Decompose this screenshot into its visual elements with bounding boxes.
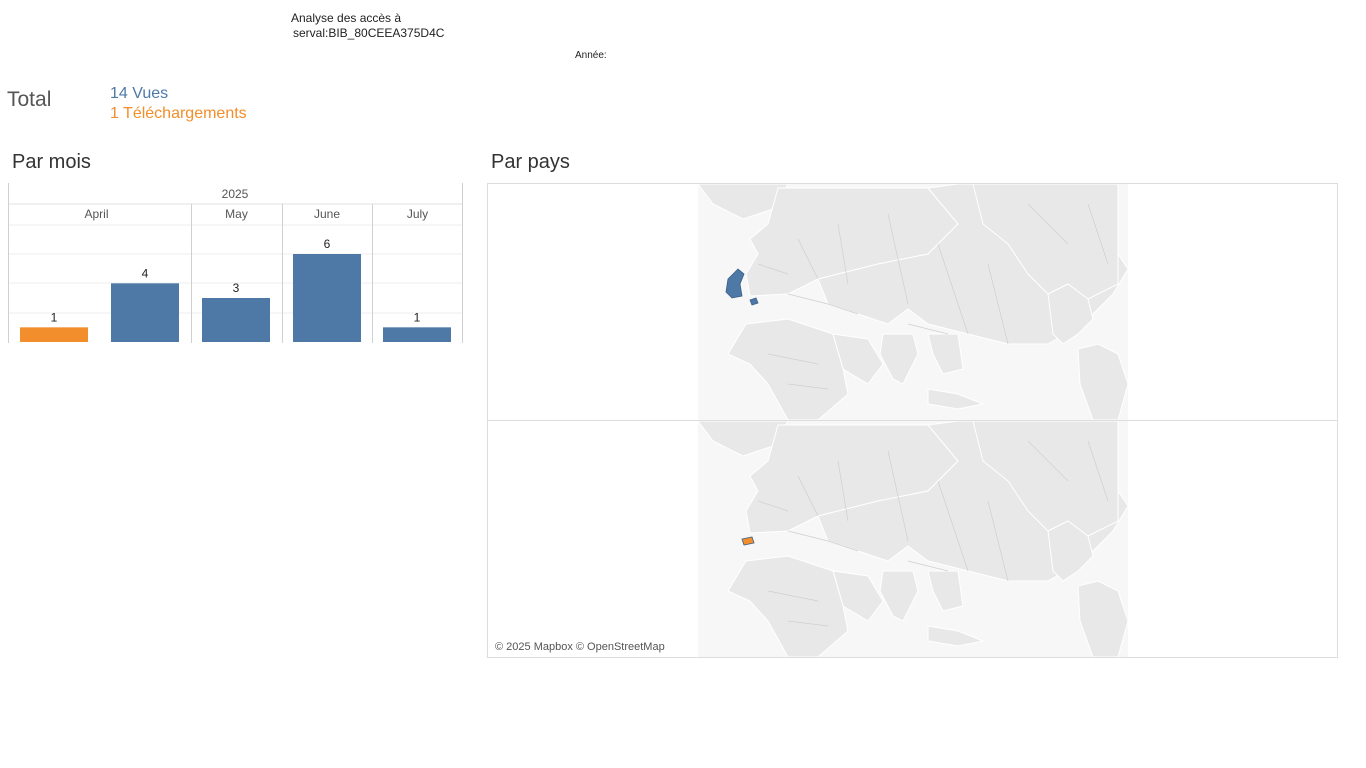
month-label: June	[314, 207, 340, 221]
country-map[interactable]: © 2025 Mapbox © OpenStreetMap	[487, 183, 1338, 658]
by-country-title: Par pays	[491, 151, 570, 173]
bar-views[interactable]	[111, 283, 179, 342]
bar-value-label: 3	[233, 281, 240, 295]
total-downloads-value: 1 Téléchargements	[110, 105, 247, 122]
total-label: Total	[7, 88, 52, 111]
page-title-line-2: serval:BIB_80CEEA375D4C	[293, 26, 445, 40]
bar-value-label: 6	[324, 237, 331, 251]
month-label: July	[407, 207, 428, 221]
bar-value-label: 1	[414, 310, 421, 324]
bar-views[interactable]	[202, 298, 270, 342]
bar-value-label: 4	[142, 266, 149, 280]
month-label: April	[84, 207, 108, 221]
bar-value-label: 1	[51, 310, 58, 324]
bar-views[interactable]	[383, 327, 451, 342]
map-panel-downloads[interactable]	[488, 421, 1337, 657]
world-map[interactable]	[488, 184, 1337, 420]
month-label: May	[225, 207, 248, 221]
chart-year-header: 2025	[222, 187, 249, 201]
bar-downloads[interactable]	[20, 327, 88, 342]
map-attribution[interactable]: © 2025 Mapbox © OpenStreetMap	[495, 641, 665, 653]
by-month-title: Par mois	[12, 151, 91, 173]
monthly-bar-chart: 2025 April May June July 1 4 3 6 1	[8, 183, 463, 343]
chart-bars: 1 4 3 6 1	[20, 237, 451, 342]
chart-month-headers: April May June July	[84, 207, 428, 221]
year-filter-label[interactable]: Année:	[575, 50, 607, 61]
world-map[interactable]	[488, 421, 1337, 657]
total-views-value: 14 Vues	[110, 85, 169, 102]
map-panel-views[interactable]	[488, 184, 1337, 420]
page-title-line-1: Analyse des accès à	[291, 11, 402, 25]
bar-views[interactable]	[293, 254, 361, 342]
